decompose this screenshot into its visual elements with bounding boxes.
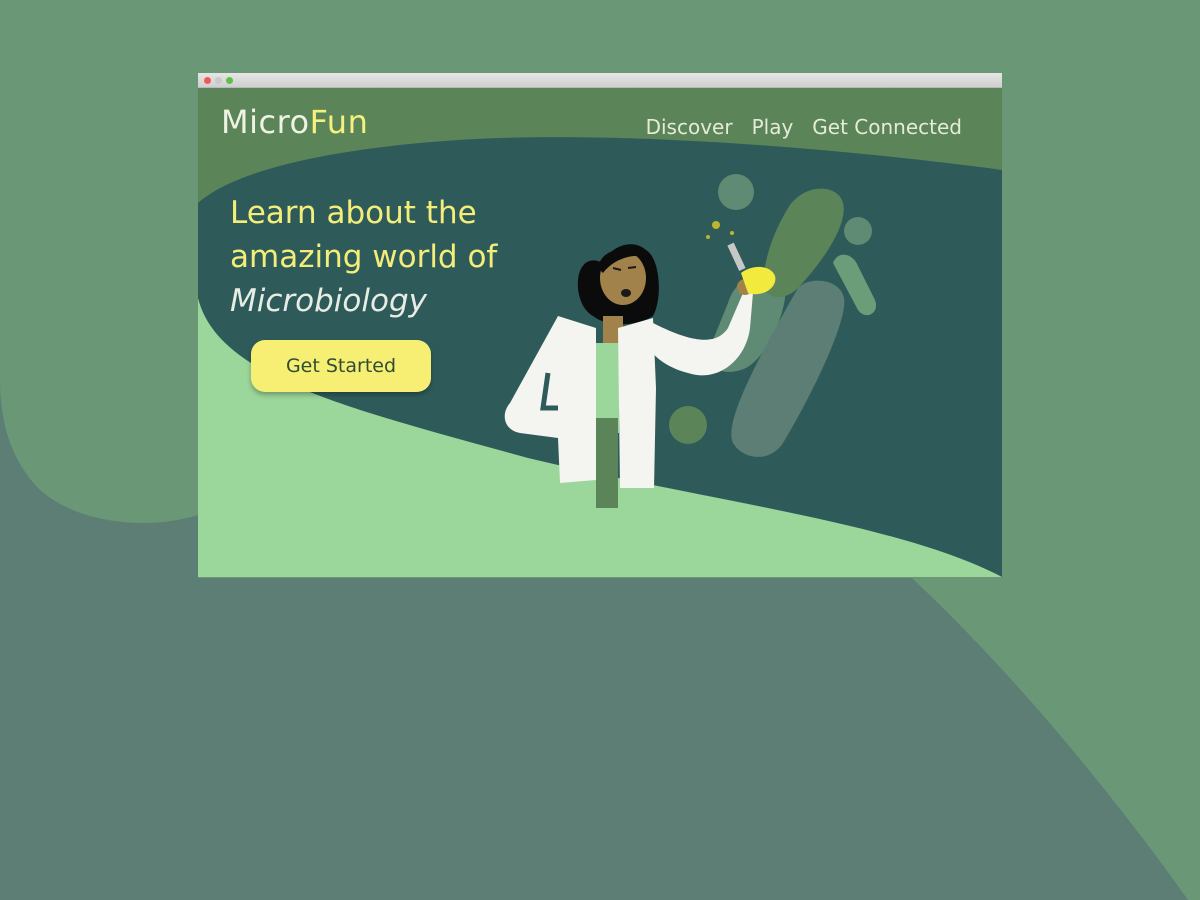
- headline-line-1: Learn about the: [230, 195, 477, 231]
- background-blob-left: [0, 0, 198, 523]
- scientist-pants: [596, 418, 618, 508]
- headline-line-3: Microbiology: [230, 283, 427, 319]
- logo-micro: Micro: [221, 103, 310, 141]
- close-window-button[interactable]: [204, 77, 211, 84]
- scientist-mouth: [621, 289, 631, 297]
- nav-link-play[interactable]: Play: [752, 115, 794, 139]
- microbe-blob: [718, 174, 754, 210]
- nav-link-discover[interactable]: Discover: [646, 115, 733, 139]
- minimize-window-button[interactable]: [215, 77, 222, 84]
- microbe-blob: [669, 406, 707, 444]
- get-started-button[interactable]: Get Started: [251, 340, 431, 392]
- hero-headline: Learn about the amazing world of Microbi…: [230, 191, 497, 323]
- flask-bubble: [730, 231, 734, 235]
- headline-line-2: amazing world of: [230, 239, 498, 275]
- nav-link-get-connected[interactable]: Get Connected: [812, 115, 962, 139]
- logo-fun: Fun: [309, 103, 369, 141]
- microbe-blob: [844, 217, 872, 245]
- hero-illustration: [198, 88, 1002, 577]
- flask-bubble: [712, 221, 720, 229]
- browser-titlebar: [198, 73, 1002, 88]
- flask-bubble: [706, 235, 710, 239]
- main-nav: Discover Play Get Connected: [646, 115, 962, 139]
- maximize-window-button[interactable]: [226, 77, 233, 84]
- browser-window: MicroFun Discover Play Get Connected Lea…: [198, 73, 1002, 577]
- lab-coat-right: [618, 318, 656, 488]
- brand-logo[interactable]: MicroFun: [221, 103, 368, 141]
